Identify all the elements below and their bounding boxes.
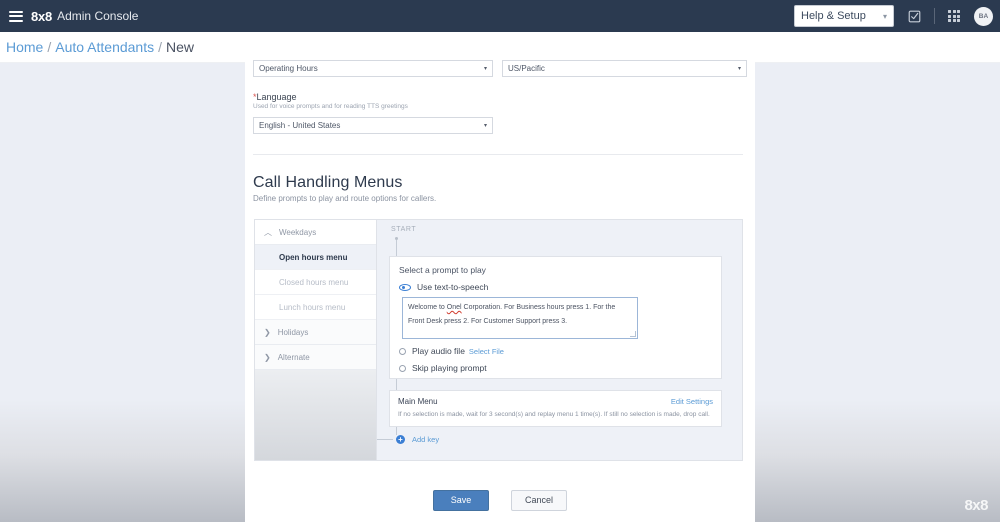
main-menu-header: Main Menu Edit Settings [398,397,713,406]
language-label: *Language [253,92,493,102]
apps-grid-icon[interactable] [948,10,960,22]
chevron-down-icon: ▾ [737,66,741,72]
radio-label-tts: Use text-to-speech [417,282,489,292]
sidebar-item-label: Closed hours menu [279,277,349,287]
radio-label-skip: Skip playing prompt [412,363,487,373]
top-bar-right-group: Help & Setup ▾ BA [794,0,1000,32]
sidebar-group-label: Weekdays [279,227,317,237]
breadcrumb-separator-2: / [158,39,162,55]
sidebar-group-alternate[interactable]: ❯ Alternate [255,345,376,370]
main-menu-description: If no selection is made, wait for 3 seco… [398,411,710,418]
tts-textarea[interactable]: Welcome to Onel Corporation. For Busines… [402,297,638,339]
chevron-right-icon: ❯ [264,352,271,362]
help-and-setup-dropdown[interactable]: Help & Setup ▾ [794,5,894,27]
language-hint-text: Used for voice prompts and for reading T… [253,103,408,110]
radio-option-text-to-speech[interactable]: Use text-to-speech [399,282,712,292]
help-and-setup-label: Help & Setup [801,10,866,22]
tts-misspelled-word: Onel [446,304,462,311]
sidebar-empty-area [255,370,376,460]
radio-option-play-audio-file[interactable]: Play audio file Select File [399,346,712,356]
plus-icon[interactable]: + [396,435,405,444]
page-subtitle: Define prompts to play and route options… [253,194,437,203]
app-page: 8x8 Admin Console Help & Setup ▾ BA Home… [0,0,1000,522]
sidebar-item-label: Open hours menu [279,252,348,262]
sidebar-item-label: Lunch hours menu [279,302,346,312]
chevron-down-icon: ▾ [882,11,887,21]
breadcrumb-separator: / [47,39,52,55]
main-menu-title: Main Menu [398,397,438,406]
tts-text-before: Welcome to [408,304,447,311]
language-select[interactable]: English - United States ▾ [253,117,493,134]
form-row-schedule: Operating Hours ▾ US/Pacific ▾ [253,60,747,77]
menu-tree-sidebar: ︿ Weekdays Open hours menu Closed hours … [255,220,377,460]
sidebar-item-lunch-hours-menu[interactable]: Lunch hours menu [255,295,376,320]
add-key-row: + Add key [377,435,439,444]
call-handling-flow: ︿ Weekdays Open hours menu Closed hours … [254,219,743,461]
sidebar-item-closed-hours-menu[interactable]: Closed hours menu [255,270,376,295]
radio-label-audio-file: Play audio file [412,346,465,356]
hamburger-menu-icon[interactable] [9,10,23,22]
sidebar-group-label: Alternate [277,352,310,362]
radio-button-tts[interactable] [399,283,411,291]
operating-hours-select[interactable]: Operating Hours ▾ [253,60,493,77]
brand-logo-8x8: 8x8 [31,8,53,24]
chevron-up-icon: ︿ [264,227,272,237]
cancel-button[interactable]: Cancel [511,489,567,511]
radio-button-skip[interactable] [399,364,406,372]
task-checkbox-icon[interactable] [908,10,921,23]
form-actions: Save Cancel [245,478,755,522]
breadcrumb-auto-attendants-link[interactable]: Auto Attendants [55,39,154,55]
chevron-right-icon: ❯ [264,327,271,337]
breadcrumb-current-page: New [166,39,195,55]
prompt-card-title: Select a prompt to play [399,265,486,275]
chevron-down-icon: ▾ [483,66,487,72]
language-label-text: Language [256,92,297,102]
flow-canvas: START Select a prompt to play Use text-t… [377,220,742,460]
select-file-link[interactable]: Select File [469,347,504,356]
app-title: Admin Console [57,9,139,23]
language-field-group: *Language Used for voice prompts and for… [253,92,493,134]
chevron-down-icon: ▾ [483,123,487,129]
timezone-select[interactable]: US/Pacific ▾ [502,60,747,77]
language-value: English - United States [259,121,341,130]
radio-option-skip-prompt[interactable]: Skip playing prompt [399,363,712,373]
sidebar-group-weekdays[interactable]: ︿ Weekdays [255,220,376,245]
user-avatar[interactable]: BA [974,6,993,26]
main-menu-card: Main Menu Edit Settings If no selection … [389,390,722,427]
save-button[interactable]: Save [433,489,489,511]
sidebar-group-holidays[interactable]: ❯ Holidays [255,320,376,345]
add-key-label[interactable]: Add key [412,435,439,444]
watermark-8x8: 8x8 [964,497,988,514]
section-divider [253,154,743,155]
toolbar-divider [934,8,935,24]
page-title: Call Handling Menus [253,174,403,191]
top-navigation-bar: 8x8 Admin Console Help & Setup ▾ BA [0,0,1000,32]
timezone-value: US/Pacific [508,64,545,73]
flow-start-label: START [391,226,417,233]
radio-button-audio-file[interactable] [399,347,406,355]
sidebar-group-label: Holidays [277,327,309,337]
prompt-selection-card: Select a prompt to play Use text-to-spee… [389,256,722,379]
add-key-connector-line [377,439,393,440]
breadcrumb-home-link[interactable]: Home [6,39,43,55]
sidebar-item-open-hours-menu[interactable]: Open hours menu [255,245,376,270]
operating-hours-value: Operating Hours [259,64,318,73]
edit-settings-link[interactable]: Edit Settings [671,397,713,406]
textarea-resize-handle[interactable] [630,331,636,337]
